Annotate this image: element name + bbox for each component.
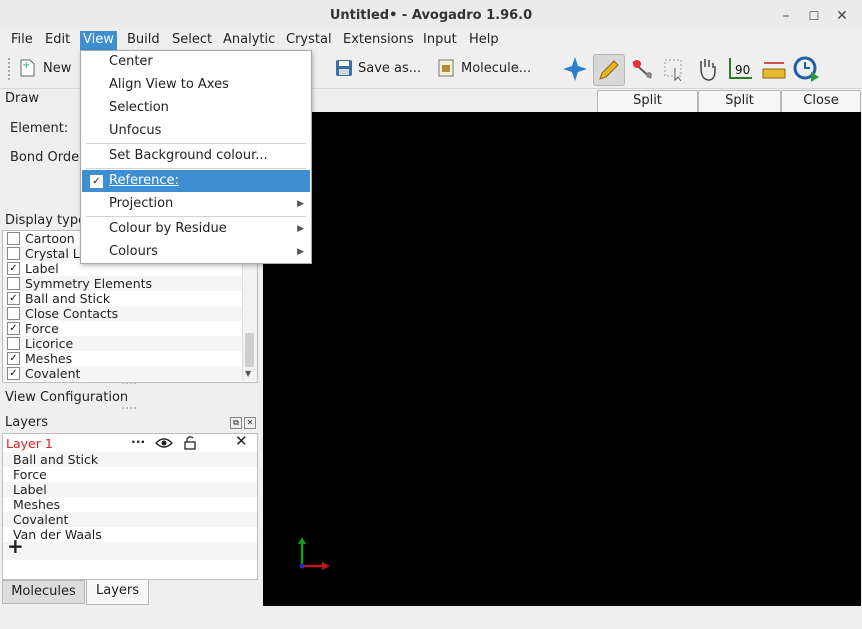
molecule-button[interactable]: Molecule...	[461, 57, 531, 81]
layer-item: Van der Waals	[13, 527, 102, 542]
layer-item: Ball and Stick	[3, 452, 257, 467]
display-type-row[interactable]: ✓ Meshes	[3, 351, 243, 366]
maximize-icon[interactable]: ☐	[804, 6, 824, 26]
menu-file[interactable]: File	[8, 31, 36, 51]
add-layer-row[interactable]: +	[3, 536, 257, 560]
tab-molecules[interactable]: Molecules	[2, 580, 85, 604]
display-type-row[interactable]: ✓ Ball and Stick	[3, 291, 243, 306]
menu-crystal[interactable]: Crystal	[283, 31, 335, 51]
menu-input[interactable]: Input	[420, 31, 460, 51]
checkbox[interactable]: ✓	[7, 367, 20, 380]
menu-item-projection[interactable]: Projection ▶	[82, 193, 310, 215]
splitter-handle[interactable]	[122, 407, 136, 412]
playback-tool-icon[interactable]	[791, 54, 821, 84]
display-type-row[interactable]: ✓ Covalent	[3, 366, 243, 381]
save-as-button[interactable]: Save as...	[358, 57, 421, 81]
checkbox[interactable]: ✓	[7, 322, 20, 335]
svg-text:90: 90	[735, 63, 750, 77]
menu-help[interactable]: Help	[466, 31, 502, 51]
close-panel-icon[interactable]: ✕	[244, 417, 256, 429]
checkbox[interactable]	[7, 247, 20, 260]
menu-item-center[interactable]: Center	[82, 51, 310, 73]
scroll-down-icon[interactable]: ▼	[245, 369, 251, 378]
display-types-label: Display type	[5, 213, 87, 228]
layer-row[interactable]: Layer 1 ··· ✕	[3, 434, 257, 453]
draw-panel-title: Draw	[5, 91, 39, 106]
checkbox[interactable]: ✓	[7, 262, 20, 275]
menu-separator	[86, 168, 306, 169]
display-type-row[interactable]: Close Contacts	[3, 306, 243, 321]
menu-build[interactable]: Build	[124, 31, 163, 51]
eye-icon[interactable]	[155, 437, 173, 452]
menu-analytic[interactable]: Analytic	[220, 31, 278, 51]
menu-item-colours[interactable]: Colours ▶	[82, 241, 310, 263]
layer-item: Covalent	[3, 512, 257, 527]
checkbox[interactable]: ✓	[7, 292, 20, 305]
template-tool-icon[interactable]	[627, 54, 657, 84]
menu-item-colour-by-residue[interactable]: Colour by Residue ▶	[82, 218, 310, 240]
menu-item-align-view[interactable]: Align View to Axes	[82, 74, 310, 96]
split-vertical-button[interactable]: Split Vertical	[698, 90, 781, 128]
split-horizontal-button[interactable]: Split Horizontal	[597, 90, 698, 128]
layer-item: Meshes	[13, 497, 61, 512]
checkbox[interactable]	[7, 232, 20, 245]
selection-tool-icon[interactable]	[659, 54, 689, 84]
svg-text:+: +	[22, 60, 30, 71]
display-type-row[interactable]: Licorice	[3, 336, 243, 351]
unlock-icon[interactable]	[183, 435, 197, 453]
view-menu-dropdown: Center Align View to Axes Selection Unfo…	[80, 50, 312, 264]
menu-separator	[86, 143, 306, 144]
layer-name: Layer 1	[6, 436, 53, 451]
tab-layers[interactable]: Layers	[86, 580, 149, 605]
axes-indicator-icon	[298, 537, 330, 570]
menu-item-reference[interactable]: ✓ Reference:	[82, 170, 310, 192]
layers-label: Layers	[5, 415, 49, 430]
toolbar-handle[interactable]	[8, 58, 13, 80]
menu-select[interactable]: Select	[169, 31, 215, 51]
bond-order-label: Bond Order	[10, 150, 85, 165]
checkbox[interactable]	[7, 307, 20, 320]
float-panel-icon[interactable]: ⧉	[230, 417, 242, 429]
submenu-arrow-icon: ▶	[297, 224, 304, 234]
save-icon[interactable]	[335, 59, 353, 77]
window-title: Untitled• - Avogadro 1.96.0	[329, 8, 533, 23]
display-type-row[interactable]: ✓ Force	[3, 321, 243, 336]
measure-tool-icon[interactable]	[759, 54, 789, 84]
checkbox[interactable]	[7, 277, 20, 290]
layer-item: Label	[3, 482, 257, 497]
close-view-button[interactable]: Close	[781, 90, 861, 113]
molecule-viewport[interactable]	[263, 112, 861, 606]
menu-item-background-colour[interactable]: Set Background colour...	[82, 145, 310, 167]
more-options-icon[interactable]: ···	[131, 434, 145, 449]
element-label: Element:	[10, 121, 69, 136]
scrollbar-thumb[interactable]	[245, 333, 254, 367]
draw-tool-icon[interactable]	[593, 54, 625, 86]
menu-view[interactable]: View	[80, 31, 117, 51]
new-button[interactable]: New	[43, 57, 71, 81]
menu-extensions[interactable]: Extensions	[340, 31, 417, 51]
checkbox[interactable]: ✓	[7, 352, 20, 365]
measure-angle-icon[interactable]: 90	[726, 54, 756, 84]
reference-checkbox[interactable]: ✓	[90, 175, 103, 188]
delete-layer-icon[interactable]: ✕	[235, 434, 248, 449]
submenu-arrow-icon: ▶	[297, 247, 304, 257]
minimize-icon[interactable]: –	[776, 6, 796, 26]
splitter-handle[interactable]	[122, 382, 136, 387]
layer-item: Force	[13, 467, 47, 482]
menu-edit[interactable]: Edit	[42, 31, 73, 51]
new-file-icon[interactable]: +	[20, 59, 36, 77]
checkbox[interactable]	[7, 337, 20, 350]
add-layer-icon[interactable]: +	[7, 536, 24, 556]
molecule-icon[interactable]	[438, 59, 454, 77]
display-type-row[interactable]: Symmetry Elements	[3, 276, 243, 291]
menu-separator	[86, 216, 306, 217]
close-icon[interactable]: ✕	[832, 6, 852, 26]
menu-item-selection[interactable]: Selection	[82, 97, 310, 119]
manipulate-tool-icon[interactable]	[692, 54, 722, 84]
submenu-arrow-icon: ▶	[297, 199, 304, 209]
view-configuration-label: View Configuration	[5, 390, 129, 405]
navigate-tool-icon[interactable]	[560, 54, 590, 84]
layers-list[interactable]: Layer 1 ··· ✕ Ball and Stick Force Label…	[2, 433, 258, 580]
menu-item-unfocus[interactable]: Unfocus	[82, 120, 310, 142]
